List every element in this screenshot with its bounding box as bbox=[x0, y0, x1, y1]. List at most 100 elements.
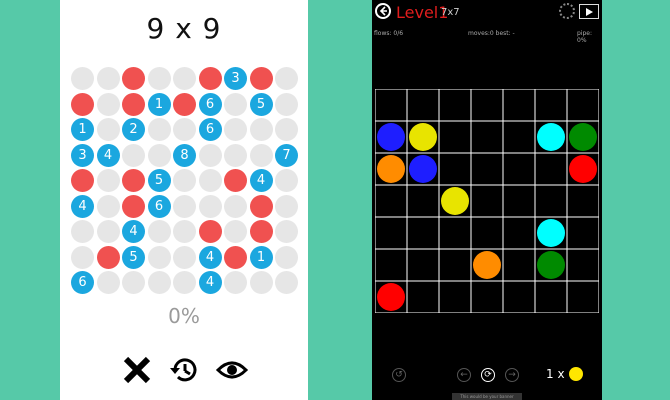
back-button[interactable] bbox=[375, 3, 391, 19]
empty-cell[interactable] bbox=[198, 194, 222, 218]
empty-cell[interactable] bbox=[122, 143, 145, 167]
empty-cell[interactable] bbox=[275, 92, 298, 116]
red-cell[interactable] bbox=[249, 194, 273, 218]
flow-endpoint-dot[interactable] bbox=[377, 283, 405, 311]
flow-board[interactable] bbox=[375, 89, 599, 313]
empty-cell[interactable] bbox=[122, 271, 145, 294]
number-cell[interactable]: 4 bbox=[198, 271, 222, 294]
flow-endpoint-dot[interactable] bbox=[377, 155, 405, 183]
empty-cell[interactable] bbox=[173, 169, 196, 192]
number-cell[interactable]: 8 bbox=[173, 143, 196, 167]
empty-cell[interactable] bbox=[173, 220, 196, 243]
flow-endpoint-dot[interactable] bbox=[537, 123, 565, 151]
number-cell[interactable]: 6 bbox=[198, 118, 222, 141]
flow-endpoint-dot[interactable] bbox=[537, 219, 565, 247]
number-cell[interactable]: 1 bbox=[71, 118, 94, 141]
empty-cell[interactable] bbox=[96, 118, 120, 141]
number-cell[interactable]: 1 bbox=[249, 245, 273, 269]
flow-endpoint-dot[interactable] bbox=[409, 123, 437, 151]
red-cell[interactable] bbox=[96, 245, 120, 269]
empty-cell[interactable] bbox=[173, 118, 196, 141]
empty-cell[interactable] bbox=[173, 67, 196, 90]
number-cell[interactable]: 6 bbox=[147, 194, 171, 218]
red-cell[interactable] bbox=[224, 245, 247, 269]
flow-endpoint-dot[interactable] bbox=[537, 251, 565, 279]
empty-cell[interactable] bbox=[275, 194, 298, 218]
red-cell[interactable] bbox=[249, 220, 273, 243]
empty-cell[interactable] bbox=[173, 271, 196, 294]
flow-endpoint-dot[interactable] bbox=[377, 123, 405, 151]
number-cell[interactable]: 4 bbox=[96, 143, 120, 167]
flow-endpoint-dot[interactable] bbox=[409, 155, 437, 183]
number-cell[interactable]: 3 bbox=[71, 143, 94, 167]
next-level-button[interactable]: → bbox=[505, 368, 519, 382]
red-cell[interactable] bbox=[71, 92, 94, 116]
empty-cell[interactable] bbox=[249, 118, 273, 141]
red-cell[interactable] bbox=[122, 194, 145, 218]
empty-cell[interactable] bbox=[96, 92, 120, 116]
number-cell[interactable]: 5 bbox=[122, 245, 145, 269]
empty-cell[interactable] bbox=[275, 118, 298, 141]
empty-cell[interactable] bbox=[96, 194, 120, 218]
empty-cell[interactable] bbox=[147, 220, 171, 243]
number-cell[interactable]: 4 bbox=[198, 245, 222, 269]
number-cell[interactable]: 4 bbox=[71, 194, 94, 218]
empty-cell[interactable] bbox=[224, 220, 247, 243]
number-cell[interactable]: 5 bbox=[249, 92, 273, 116]
lightbulb-icon[interactable] bbox=[569, 367, 583, 381]
empty-cell[interactable] bbox=[173, 194, 196, 218]
empty-cell[interactable] bbox=[224, 271, 247, 294]
empty-cell[interactable] bbox=[96, 169, 120, 192]
empty-cell[interactable] bbox=[96, 220, 120, 243]
empty-cell[interactable] bbox=[275, 67, 298, 90]
number-cell[interactable]: 4 bbox=[122, 220, 145, 243]
empty-cell[interactable] bbox=[96, 271, 120, 294]
empty-cell[interactable] bbox=[147, 271, 171, 294]
empty-cell[interactable] bbox=[147, 245, 171, 269]
empty-cell[interactable] bbox=[96, 67, 120, 90]
empty-cell[interactable] bbox=[275, 169, 298, 192]
empty-cell[interactable] bbox=[224, 118, 247, 141]
empty-cell[interactable] bbox=[71, 245, 94, 269]
empty-cell[interactable] bbox=[224, 143, 247, 167]
empty-cell[interactable] bbox=[71, 220, 94, 243]
number-cell[interactable]: 6 bbox=[71, 271, 94, 294]
empty-cell[interactable] bbox=[275, 271, 298, 294]
empty-cell[interactable] bbox=[224, 92, 247, 116]
red-cell[interactable] bbox=[122, 169, 145, 192]
refresh-button[interactable]: ⟳ bbox=[481, 368, 495, 382]
red-cell[interactable] bbox=[249, 67, 273, 90]
empty-cell[interactable] bbox=[173, 245, 196, 269]
history-button[interactable] bbox=[164, 350, 204, 390]
empty-cell[interactable] bbox=[147, 118, 171, 141]
number-cell[interactable]: 6 bbox=[198, 92, 222, 116]
empty-cell[interactable] bbox=[198, 143, 222, 167]
empty-cell[interactable] bbox=[224, 194, 247, 218]
number-cell[interactable]: 3 bbox=[224, 67, 247, 90]
flow-endpoint-dot[interactable] bbox=[569, 123, 597, 151]
red-cell[interactable] bbox=[122, 92, 145, 116]
restart-button[interactable]: ↺ bbox=[392, 368, 406, 382]
empty-cell[interactable] bbox=[147, 67, 171, 90]
empty-cell[interactable] bbox=[249, 271, 273, 294]
red-cell[interactable] bbox=[198, 67, 222, 90]
number-cell[interactable]: 1 bbox=[147, 92, 171, 116]
settings-button[interactable] bbox=[559, 3, 575, 19]
close-button[interactable] bbox=[117, 350, 157, 390]
number-cell[interactable]: 5 bbox=[147, 169, 171, 192]
video-hint-button[interactable] bbox=[579, 4, 599, 19]
empty-cell[interactable] bbox=[147, 143, 171, 167]
empty-cell[interactable] bbox=[71, 67, 94, 90]
number-cell[interactable]: 2 bbox=[122, 118, 145, 141]
empty-cell[interactable] bbox=[249, 143, 273, 167]
empty-cell[interactable] bbox=[275, 220, 298, 243]
flow-endpoint-dot[interactable] bbox=[473, 251, 501, 279]
red-cell[interactable] bbox=[173, 92, 196, 116]
red-cell[interactable] bbox=[198, 220, 222, 243]
number-cell[interactable]: 7 bbox=[275, 143, 298, 167]
flow-endpoint-dot[interactable] bbox=[441, 187, 469, 215]
red-cell[interactable] bbox=[224, 169, 247, 192]
empty-cell[interactable] bbox=[275, 245, 298, 269]
prev-level-button[interactable]: ← bbox=[457, 368, 471, 382]
empty-cell[interactable] bbox=[198, 169, 222, 192]
